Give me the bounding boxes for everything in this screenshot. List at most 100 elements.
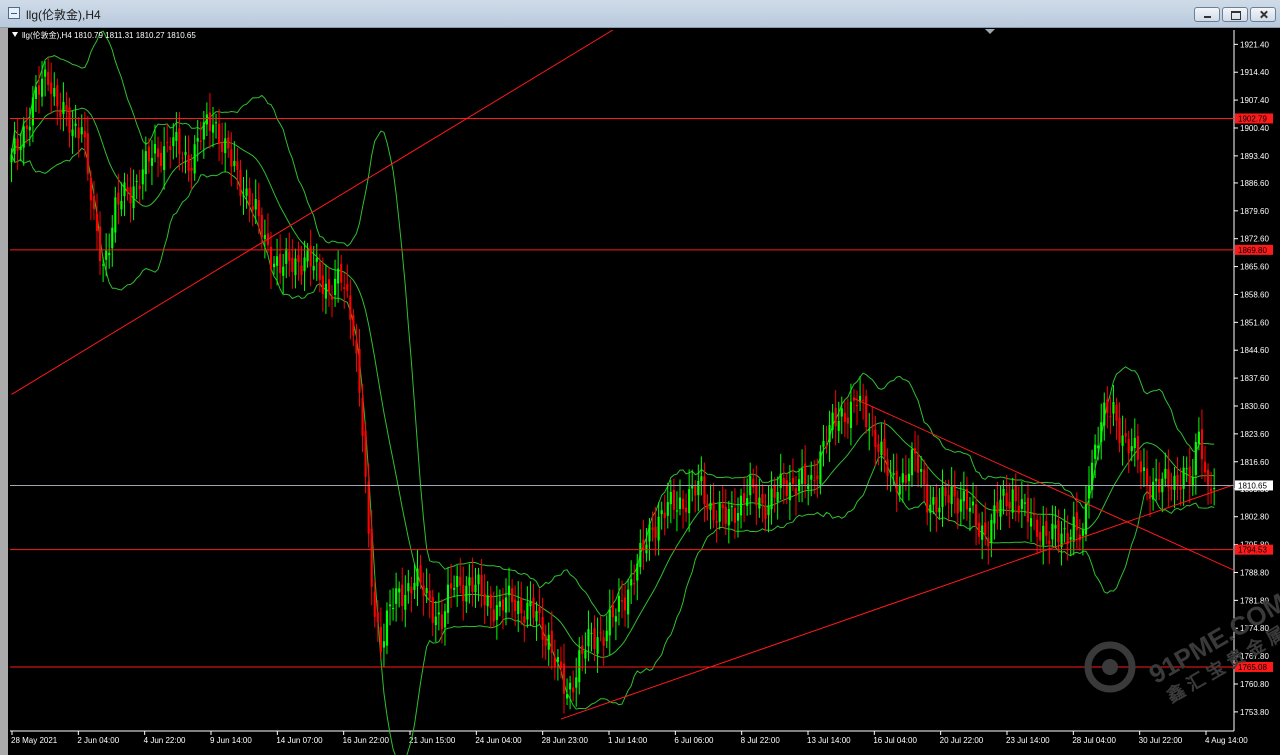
candle-body: [135, 181, 138, 183]
candle-body: [929, 504, 932, 513]
candle-body: [160, 152, 163, 166]
candle-body: [547, 634, 550, 650]
candle-body: [1127, 438, 1130, 454]
candle-body: [947, 495, 950, 503]
candle-body: [770, 488, 773, 510]
dropdown-triangle-icon[interactable]: [12, 32, 18, 37]
candle-body: [166, 142, 169, 144]
candle-body: [862, 399, 865, 401]
candle-body: [932, 497, 935, 505]
candle-body: [129, 187, 132, 204]
candle-body: [981, 525, 984, 540]
candle-body: [944, 487, 947, 497]
candle-body: [303, 257, 306, 272]
candle-body: [297, 255, 300, 263]
candle-body: [260, 214, 263, 238]
candle-body: [468, 577, 471, 586]
price-tick-label: 1865.60: [1240, 263, 1269, 272]
candle-body: [169, 146, 172, 150]
candle-body: [1152, 481, 1155, 500]
candle-body: [187, 155, 190, 171]
level-price-label: 1869.80: [1238, 246, 1267, 255]
candle-body: [605, 630, 608, 642]
candle-body: [1148, 485, 1152, 499]
candle-body: [987, 537, 990, 547]
candle-body: [425, 588, 428, 594]
candle-body: [962, 491, 965, 502]
candle-body: [562, 663, 566, 694]
candle-body: [538, 607, 541, 614]
candle-body: [978, 522, 981, 537]
candle-body: [346, 284, 349, 291]
candle-body: [376, 612, 379, 623]
candle-body: [361, 397, 364, 436]
candle-body: [337, 268, 340, 284]
candle-body: [398, 588, 401, 593]
candle-body: [620, 600, 624, 602]
candle-body: [917, 454, 920, 473]
time-tick-label: 28 Jul 04:00: [1072, 736, 1116, 745]
candle-body: [1002, 488, 1005, 496]
candle-body: [89, 177, 92, 201]
candle-body: [105, 250, 108, 260]
candle-body: [898, 484, 901, 495]
candle-body: [65, 105, 68, 111]
candle-body: [1011, 489, 1014, 513]
candle-body: [1103, 402, 1106, 426]
candle-body: [828, 425, 831, 443]
candle-body: [514, 599, 517, 612]
price-tick-label: 1788.80: [1240, 568, 1269, 577]
candle-body: [315, 258, 318, 262]
time-tick-label: 16 Jun 22:00: [343, 736, 390, 745]
candle-body: [1057, 520, 1060, 543]
candle-body: [553, 657, 556, 667]
candle-body: [892, 473, 895, 475]
candle-body: [10, 154, 13, 163]
candle-body: [334, 278, 337, 296]
candle-body: [941, 486, 944, 508]
candle-body: [721, 504, 724, 509]
candle-body: [407, 583, 410, 592]
candle-body: [697, 480, 700, 496]
candle-body: [975, 504, 978, 526]
candle-body: [999, 499, 1002, 517]
candle-body: [248, 188, 251, 206]
candle-body: [95, 213, 99, 232]
candle-body: [288, 251, 291, 261]
candle-body: [1106, 399, 1109, 413]
candle-body: [1069, 537, 1072, 540]
candle-body: [1133, 437, 1136, 449]
candle-body: [126, 187, 129, 192]
candle-body: [971, 501, 975, 506]
candle-body: [25, 125, 28, 130]
candle-body: [1118, 417, 1121, 444]
candle-body: [727, 508, 730, 526]
time-tick-label: 14 Jun 07:00: [276, 736, 323, 745]
candle-body: [718, 503, 721, 522]
candle-body: [654, 526, 657, 538]
candle-body: [767, 505, 770, 516]
candle-body: [691, 485, 694, 489]
time-tick-label: 2 Jun 04:00: [77, 736, 119, 745]
candle-body: [190, 167, 193, 171]
time-tick-label: 23 Jul 14:00: [1006, 736, 1050, 745]
candle-body: [50, 82, 53, 94]
candle-body: [120, 200, 123, 210]
candle-body: [712, 502, 715, 521]
candle-body: [868, 429, 871, 431]
candle-body: [764, 506, 767, 519]
candle-body: [840, 408, 843, 417]
candle-body: [1194, 442, 1197, 475]
candle-body: [1155, 478, 1158, 482]
candle-body: [1173, 475, 1176, 490]
candle-body: [395, 588, 398, 604]
candle-body: [819, 451, 822, 485]
time-tick-label: 8 Jul 22:00: [741, 736, 781, 745]
candle-body: [968, 507, 972, 512]
time-tick-label: 24 Jun 04:00: [475, 736, 522, 745]
candle-body: [59, 109, 62, 118]
price-tick-label: 1851.60: [1240, 318, 1269, 327]
candle-body: [236, 161, 239, 170]
candle-body: [196, 138, 199, 142]
candle-body: [202, 122, 205, 140]
